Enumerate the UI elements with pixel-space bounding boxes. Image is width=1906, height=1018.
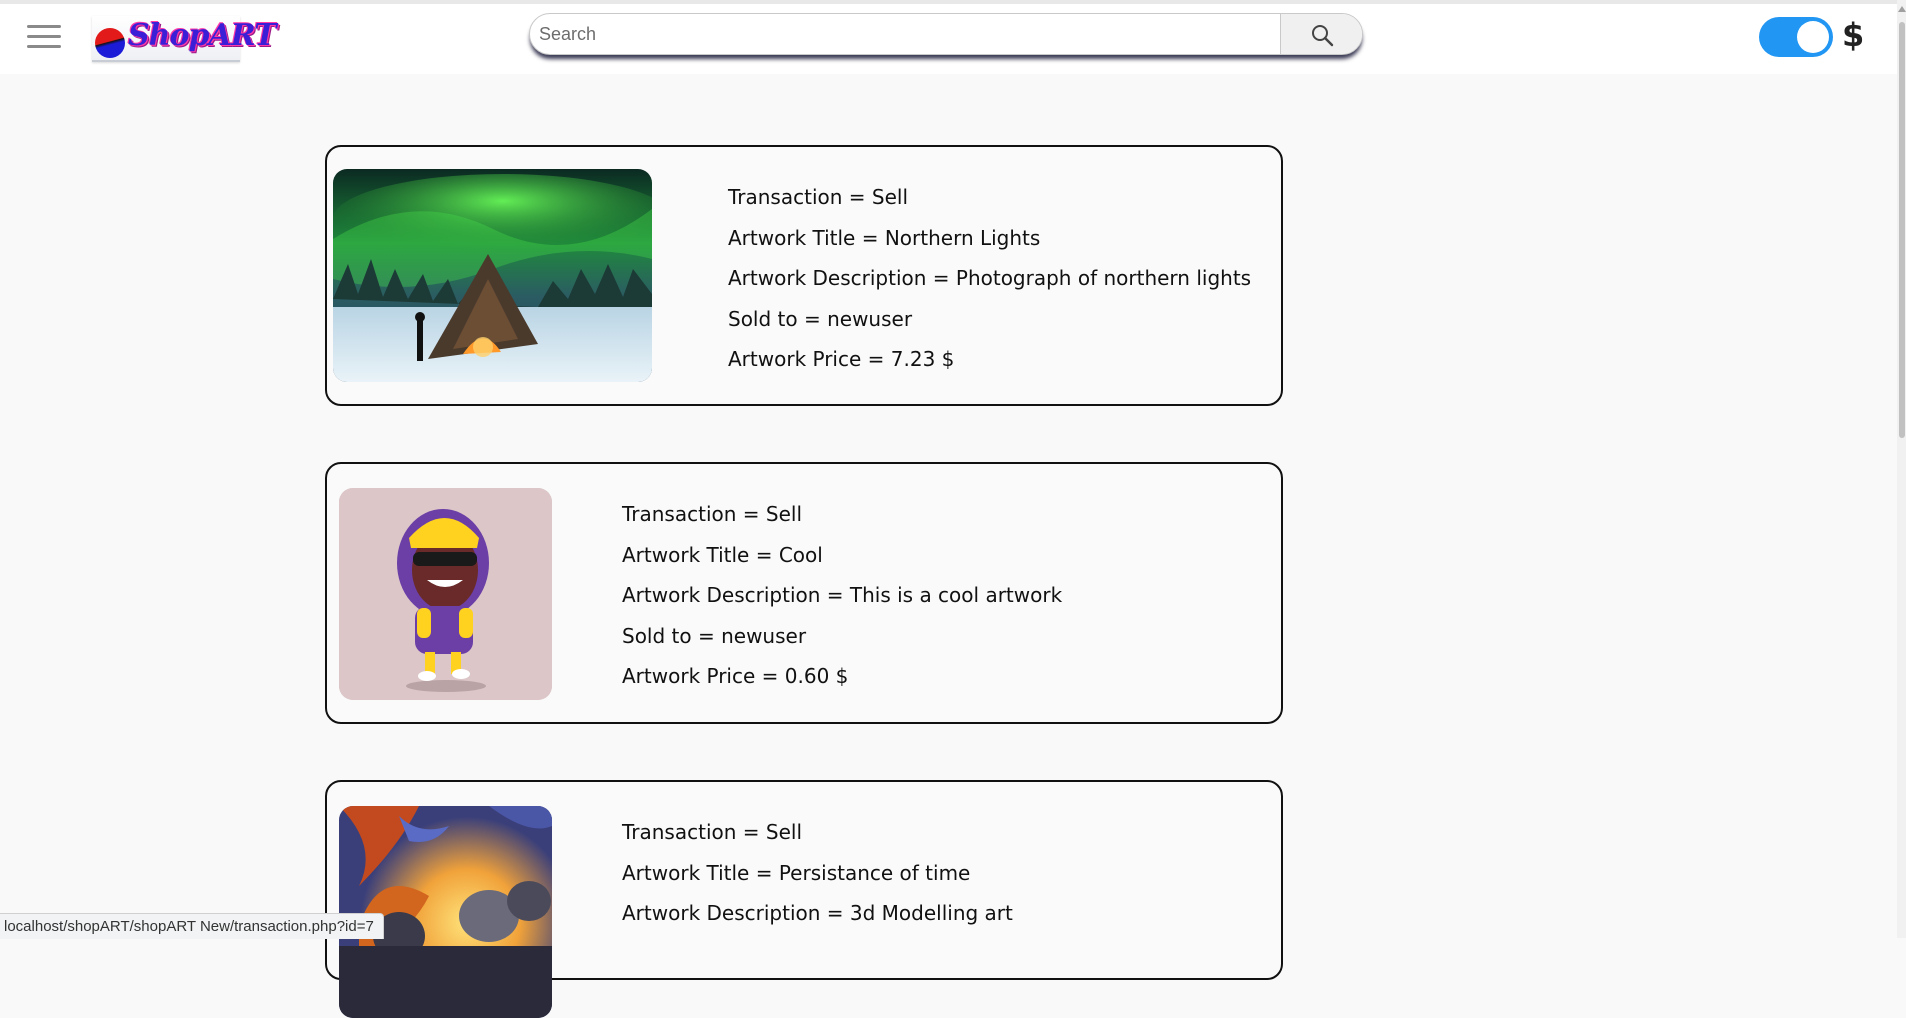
- currency-toggle[interactable]: [1759, 17, 1833, 57]
- sold-to: Sold to = newuser: [728, 306, 913, 331]
- transaction-card: Transaction = Sell Artwork Title = Cool …: [325, 462, 1283, 724]
- search-bar: [529, 13, 1363, 55]
- top-navbar: ShopART $: [0, 4, 1897, 74]
- currency-symbol: $: [1842, 16, 1865, 54]
- artwork-description: Artwork Description = 3d Modelling art: [622, 901, 1013, 925]
- shopart-logo[interactable]: ShopART: [92, 16, 276, 62]
- transaction-details: Transaction = Sell Artwork Title = North…: [728, 177, 1251, 380]
- artwork-image-cool: [339, 488, 552, 700]
- search-input[interactable]: [530, 14, 1280, 54]
- artwork-description: Artwork Description = This is a cool art…: [622, 583, 1063, 607]
- transaction-type: Transaction = Sell: [622, 502, 802, 526]
- browser-status-url: localhost/shopART/shopART New/transactio…: [0, 913, 384, 939]
- hamburger-menu-icon[interactable]: [27, 23, 61, 51]
- sold-to: Sold to = newuser: [622, 623, 807, 648]
- artwork-description: Artwork Description = Photograph of nort…: [728, 266, 1252, 290]
- search-button[interactable]: [1280, 14, 1362, 54]
- artwork-price: Artwork Price = 0.60 $: [622, 664, 849, 688]
- artwork-title: Artwork Title = Northern Lights: [728, 225, 1041, 250]
- artwork-price: Artwork Price = 7.23 $: [728, 347, 955, 371]
- transaction-details: Transaction = Sell Artwork Title = Persi…: [622, 812, 1013, 934]
- artwork-image-persistance-of-time: [339, 806, 552, 1018]
- logo-text: ShopART: [128, 18, 276, 53]
- scroll-up-arrow-icon[interactable]: [1898, 6, 1906, 12]
- artwork-title: Artwork Title = Persistance of time: [622, 860, 971, 885]
- artwork-title: Artwork Title = Cool: [622, 542, 823, 567]
- transaction-type: Transaction = Sell: [728, 185, 908, 209]
- transaction-card: Transaction = Sell Artwork Title = Persi…: [325, 780, 1283, 1018]
- toggle-knob: [1797, 21, 1829, 53]
- search-icon: [1312, 25, 1334, 47]
- logo-globe-icon: [95, 28, 125, 58]
- artwork-image-northern-lights: [333, 169, 652, 382]
- transaction-type: Transaction = Sell: [622, 820, 802, 844]
- scrollbar-thumb[interactable]: [1899, 22, 1905, 438]
- transaction-details: Transaction = Sell Artwork Title = Cool …: [622, 494, 1062, 697]
- transaction-card: Transaction = Sell Artwork Title = North…: [325, 145, 1283, 406]
